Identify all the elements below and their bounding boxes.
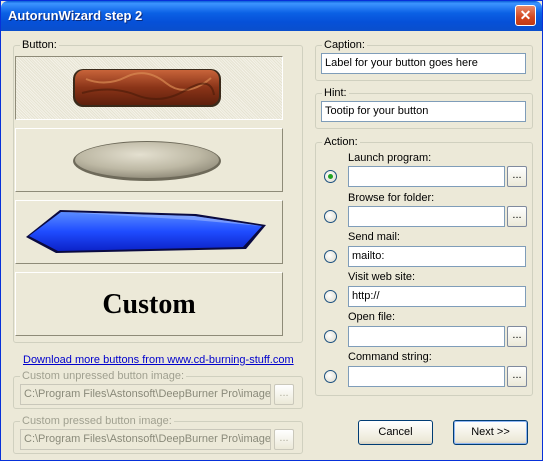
- radio-open-file[interactable]: [324, 330, 337, 343]
- download-buttons-link[interactable]: Download more buttons from www.cd-burnin…: [23, 354, 294, 366]
- button-style-option-custom[interactable]: Custom: [15, 272, 283, 336]
- radio-command-string[interactable]: [324, 370, 337, 383]
- brown-marble-button-image: [73, 69, 221, 107]
- wizard-window: AutorunWizard step 2 ✕ Button: Custom Do…: [0, 0, 543, 461]
- action-legend: Action:: [322, 136, 360, 148]
- close-icon: ✕: [519, 7, 532, 23]
- send-mail-input[interactable]: mailto:: [348, 246, 526, 267]
- action-label-send-mail: Send mail:: [348, 231, 400, 243]
- action-label-command-string: Command string:: [348, 351, 432, 363]
- action-label-open-file: Open file:: [348, 311, 396, 323]
- button-style-option-3[interactable]: [15, 200, 283, 264]
- blue-hexagon-button-image: [26, 210, 266, 253]
- pressed-image-browse-button[interactable]: ...: [274, 429, 294, 450]
- cancel-button[interactable]: Cancel: [358, 420, 433, 445]
- browse-folder-browse-button[interactable]: ...: [507, 206, 527, 227]
- unpressed-image-path-input[interactable]: C:\Program Files\Astonsoft\DeepBurner Pr…: [20, 384, 271, 405]
- button-style-option-2[interactable]: [15, 128, 283, 192]
- button-style-option-1[interactable]: [15, 56, 283, 120]
- radio-selected-dot: [328, 174, 333, 179]
- command-string-browse-button[interactable]: ...: [507, 366, 527, 387]
- unpressed-image-legend: Custom unpressed button image:: [20, 370, 187, 382]
- radio-browse-folder[interactable]: [324, 210, 337, 223]
- button-group-legend: Button:: [20, 39, 59, 51]
- browse-folder-input[interactable]: [348, 206, 505, 227]
- radio-launch-program[interactable]: [324, 170, 337, 183]
- hint-input[interactable]: Tootip for your button: [321, 101, 526, 122]
- radio-visit-website[interactable]: [324, 290, 337, 303]
- next-button[interactable]: Next >>: [453, 420, 528, 445]
- launch-program-browse-button[interactable]: ...: [507, 166, 527, 187]
- command-string-input[interactable]: [348, 366, 505, 387]
- caption-input[interactable]: Label for your button goes here: [321, 53, 526, 74]
- unpressed-image-browse-button[interactable]: ...: [274, 384, 294, 405]
- close-button[interactable]: ✕: [515, 5, 536, 26]
- gray-stone-oval-button-image: [73, 141, 221, 181]
- radio-send-mail[interactable]: [324, 250, 337, 263]
- pressed-image-path-input[interactable]: C:\Program Files\Astonsoft\DeepBurner Pr…: [20, 429, 271, 450]
- window-title: AutorunWizard step 2: [8, 8, 143, 23]
- pressed-image-legend: Custom pressed button image:: [20, 415, 174, 427]
- caption-legend: Caption:: [322, 39, 367, 51]
- visit-website-input[interactable]: http://: [348, 286, 526, 307]
- open-file-input[interactable]: [348, 326, 505, 347]
- action-label-launch-program: Launch program:: [348, 152, 432, 164]
- title-bar[interactable]: AutorunWizard step 2 ✕: [1, 1, 542, 31]
- custom-button-label: Custom: [102, 289, 196, 320]
- hint-legend: Hint:: [322, 87, 349, 99]
- open-file-browse-button[interactable]: ...: [507, 326, 527, 347]
- launch-program-input[interactable]: [348, 166, 505, 187]
- action-label-browse-folder: Browse for folder:: [348, 192, 435, 204]
- action-label-visit-website: Visit web site:: [348, 271, 416, 283]
